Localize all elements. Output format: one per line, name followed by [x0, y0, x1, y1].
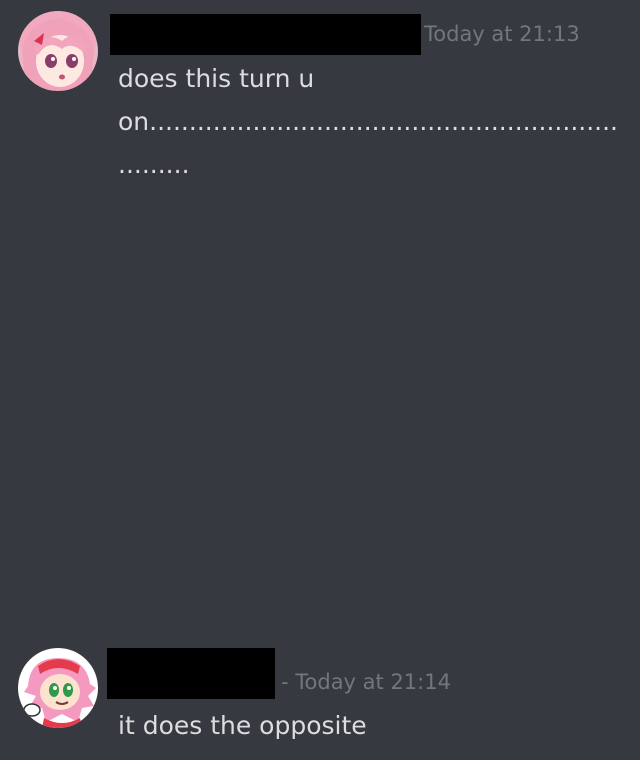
message-line: it does the opposite [118, 711, 367, 740]
message-line: does this turn u [118, 64, 315, 93]
username-redacted [107, 648, 275, 699]
chat-message: Today at 21:13 does this turn u on......… [0, 0, 640, 600]
pink-hedgehog-avatar-icon [18, 648, 98, 728]
message-content: does this turn u on.....................… [118, 57, 618, 186]
chat-log: Today at 21:13 does this turn u on......… [0, 0, 640, 760]
message-content: it does the opposite [118, 704, 618, 747]
message-timestamp: - Today at 21:14 [281, 670, 451, 694]
message-timestamp: Today at 21:13 [424, 22, 580, 46]
message-line: on......................................… [118, 107, 618, 136]
avatar[interactable] [18, 11, 98, 91]
chat-message: - Today at 21:14 it does the opposite [0, 640, 640, 760]
avatar[interactable] [18, 648, 98, 728]
username-redacted [110, 14, 421, 55]
message-line: ......... [118, 150, 190, 179]
anime-girl-pink-hair-avatar-icon [18, 11, 98, 91]
